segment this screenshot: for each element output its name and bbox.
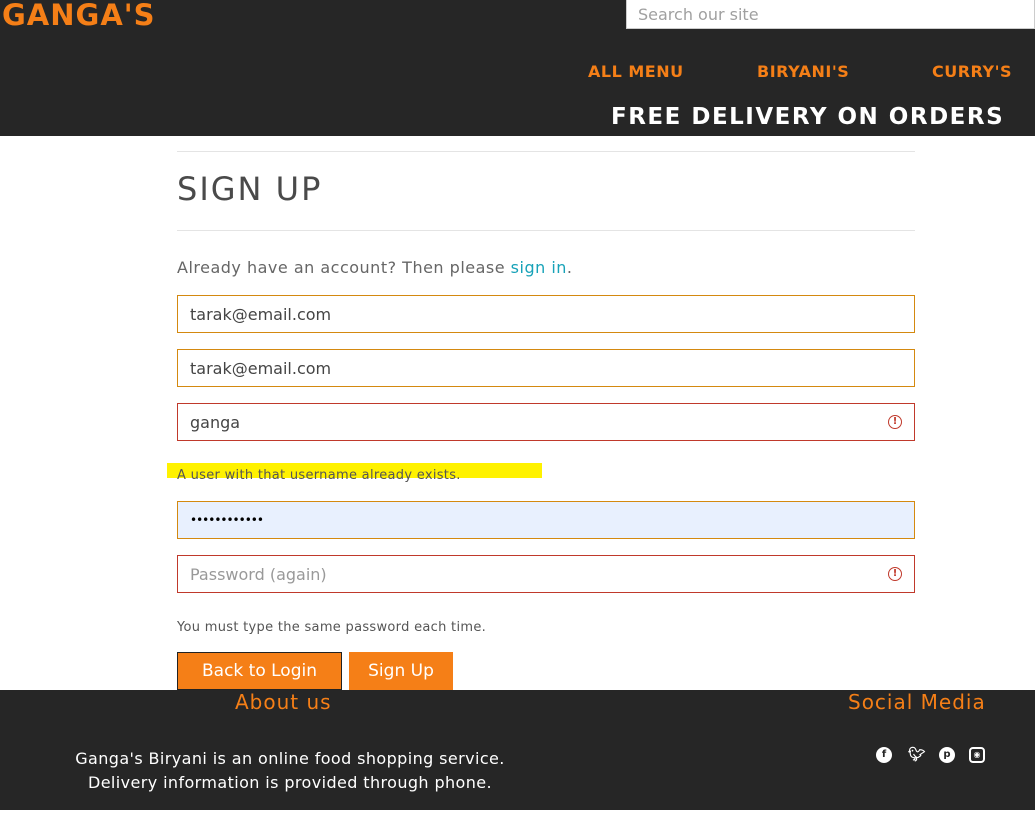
nav-currys[interactable]: CURRY'S — [932, 62, 1012, 81]
signin-prompt: Already have an account? Then please sig… — [177, 258, 573, 277]
email-field[interactable]: tarak@email.com — [177, 295, 915, 333]
signin-link[interactable]: sign in — [511, 258, 567, 277]
email-confirm-field[interactable]: tarak@email.com — [177, 349, 915, 387]
nav-biryanis[interactable]: BIRYANI'S — [757, 62, 849, 81]
instagram-icon[interactable]: ◉ — [969, 747, 985, 763]
username-value: ganga — [190, 412, 241, 432]
error-icon: ! — [888, 567, 902, 581]
pinterest-icon[interactable]: p — [939, 747, 955, 763]
footer-about-line1: Ganga's Biryani is an online food shoppi… — [75, 749, 505, 768]
username-field[interactable]: ganga ! — [177, 403, 915, 441]
sign-up-button[interactable]: Sign Up — [349, 652, 453, 690]
password-error-text: You must type the same password each tim… — [177, 620, 487, 635]
site-header: GANGA'S ALL MENU BIRYANI'S CURRY'S FREE … — [0, 0, 1035, 136]
brand-logo[interactable]: GANGA'S — [2, 0, 156, 32]
back-to-login-button[interactable]: Back to Login — [177, 652, 342, 690]
footer-social-title: Social Media — [848, 690, 986, 714]
footer-about-title: About us — [235, 690, 332, 714]
username-error-text: A user with that username already exists… — [177, 468, 461, 483]
search-input[interactable] — [626, 0, 1035, 29]
footer-about-text: Ganga's Biryani is an online food shoppi… — [20, 747, 560, 795]
footer-about-line2: Delivery information is provided through… — [87, 773, 493, 792]
promo-banner: FREE DELIVERY ON ORDERS — [611, 104, 1005, 130]
signin-prompt-end: . — [566, 258, 573, 277]
error-icon: ! — [888, 415, 902, 429]
email-value: tarak@email.com — [190, 304, 332, 324]
nav-all-menu[interactable]: ALL MENU — [588, 62, 684, 81]
divider-title — [177, 230, 915, 231]
divider-top — [177, 151, 915, 152]
password-value: •••••••••••• — [190, 513, 264, 527]
signin-prompt-text: Already have an account? Then please — [177, 258, 511, 277]
email-confirm-value: tarak@email.com — [190, 358, 332, 378]
password-again-field[interactable]: Password (again) ! — [177, 555, 915, 593]
facebook-icon[interactable]: f — [876, 747, 892, 763]
twitter-icon[interactable]: 🐦︎ — [908, 747, 926, 763]
password-field[interactable]: •••••••••••• — [177, 501, 915, 539]
page-title: SIGN UP — [177, 170, 323, 208]
site-footer: About us Social Media Ganga's Biryani is… — [0, 690, 1035, 810]
password-again-placeholder: Password (again) — [190, 564, 327, 584]
